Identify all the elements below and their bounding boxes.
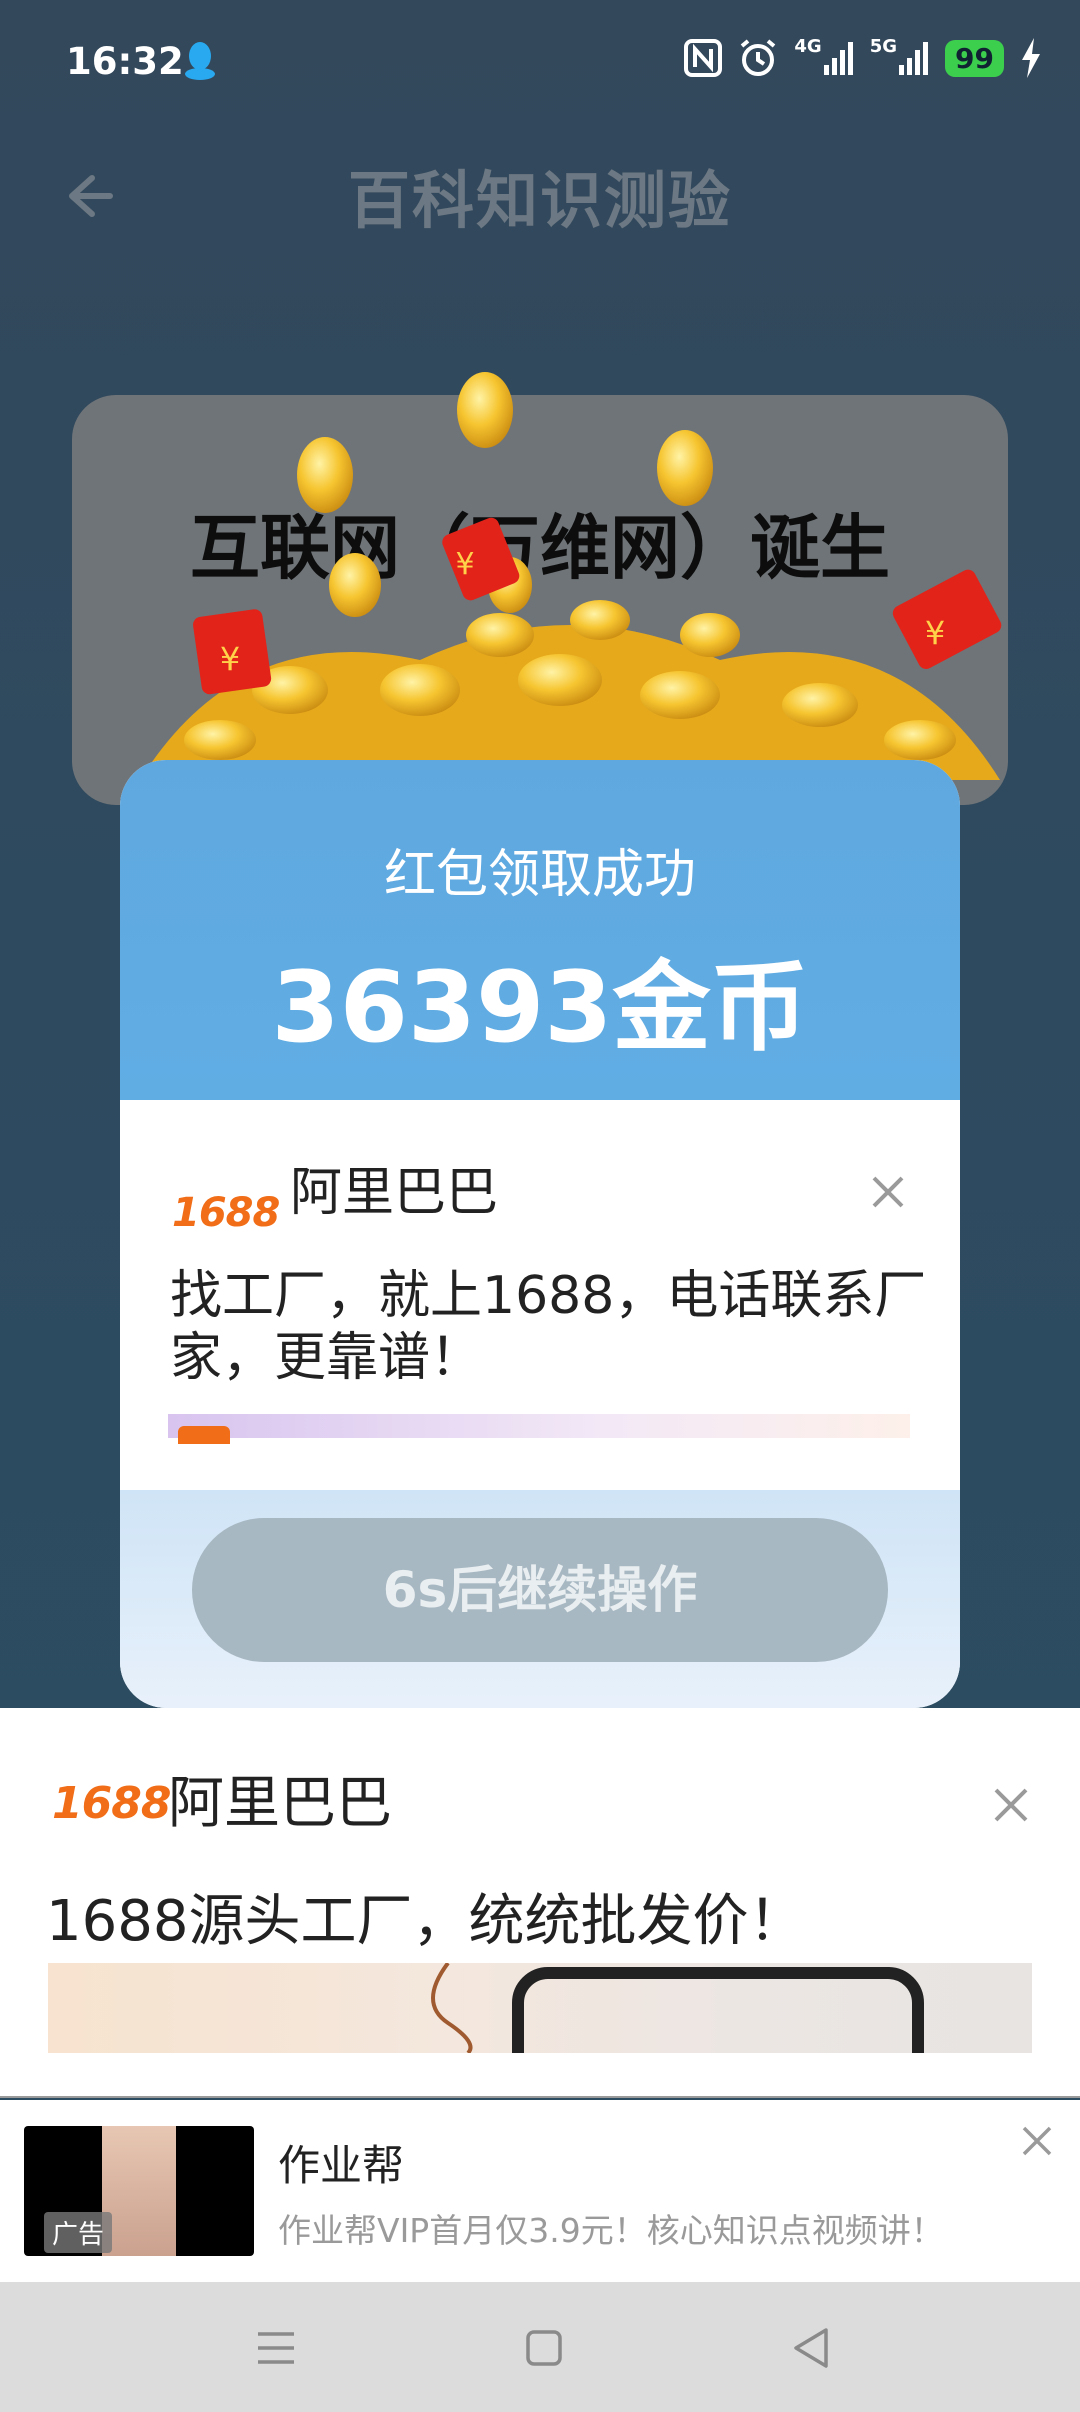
status-time: 16:32	[66, 40, 184, 83]
page-title: 百科知识测验	[347, 164, 732, 237]
status-bar: 16:32 4G 5G 99	[0, 0, 1080, 124]
close-icon[interactable]	[868, 1172, 908, 1212]
signal-icon: 4G	[794, 36, 853, 80]
banner-thumbnail-image	[102, 2126, 176, 2256]
ad2-logo-1688: 1688	[52, 1778, 171, 1829]
coin-icon	[184, 372, 956, 760]
reward-coins: 36393金币	[271, 951, 809, 1065]
ad2-image-art	[431, 1963, 924, 2053]
ad-image-accent	[178, 1426, 230, 1444]
home-icon[interactable]	[518, 2322, 570, 2374]
ad2-brand: 阿里巴巴	[168, 1771, 392, 1836]
ad-brand: 阿里巴巴	[290, 1163, 499, 1223]
battery-indicator: 99	[945, 39, 1004, 77]
reward-modal: 红包领取成功 36393金币 1688 阿里巴巴 找工厂，就上1688，电话联系…	[120, 760, 960, 1708]
ad2-image	[48, 1963, 1032, 2053]
banner-thumbnail: 广告	[24, 2126, 254, 2256]
ad-image-strip	[168, 1414, 910, 1438]
qq-icon	[185, 42, 215, 80]
svg-text:¥: ¥	[220, 640, 240, 678]
divider	[0, 2096, 1080, 2098]
close-icon[interactable]	[1020, 2124, 1054, 2158]
signal-icon-2: 5G	[870, 36, 929, 80]
banner-ad[interactable]: 广告 作业帮 作业帮VIP首月仅3.9元！核心知识点视频讲！	[0, 2100, 1080, 2282]
back-icon[interactable]	[786, 2322, 838, 2374]
bottom-ad-panel[interactable]: 1688 阿里巴巴 1688源头工厂，统统批发价！	[0, 1708, 1080, 2098]
status-icons: 4G 5G 99	[684, 36, 1042, 80]
banner-description: 作业帮VIP首月仅3.9元！核心知识点视频讲！	[278, 2211, 944, 2250]
menu-icon[interactable]	[250, 2322, 302, 2374]
reward-subtitle: 红包领取成功	[383, 845, 696, 905]
reward-header: 红包领取成功 36393金币	[120, 760, 960, 1100]
ad2-description: 1688源头工厂，统统批发价！	[46, 1889, 805, 1954]
svg-text:¥: ¥	[455, 547, 474, 582]
ad-tag: 广告	[44, 2212, 113, 2253]
ad-logo-1688: 1688	[172, 1190, 280, 1236]
coin-pile-illustration: ¥ ¥ ¥	[140, 372, 1002, 780]
signal-label-2: 5G	[869, 36, 898, 57]
charging-icon	[1022, 38, 1040, 78]
navigation-bar	[0, 2282, 1080, 2412]
svg-text:¥: ¥	[925, 614, 945, 652]
close-icon[interactable]	[992, 1786, 1030, 1824]
continue-wait-button[interactable]: 6s后继续操作	[192, 1518, 888, 1662]
signal-label-1: 4G	[794, 36, 822, 57]
ad-description: 找工厂，就上1688，电话联系厂家，更靠谱！	[170, 1266, 927, 1388]
alarm-icon	[741, 39, 776, 76]
banner-title: 作业帮	[278, 2141, 405, 2190]
nfc-icon	[684, 39, 723, 77]
